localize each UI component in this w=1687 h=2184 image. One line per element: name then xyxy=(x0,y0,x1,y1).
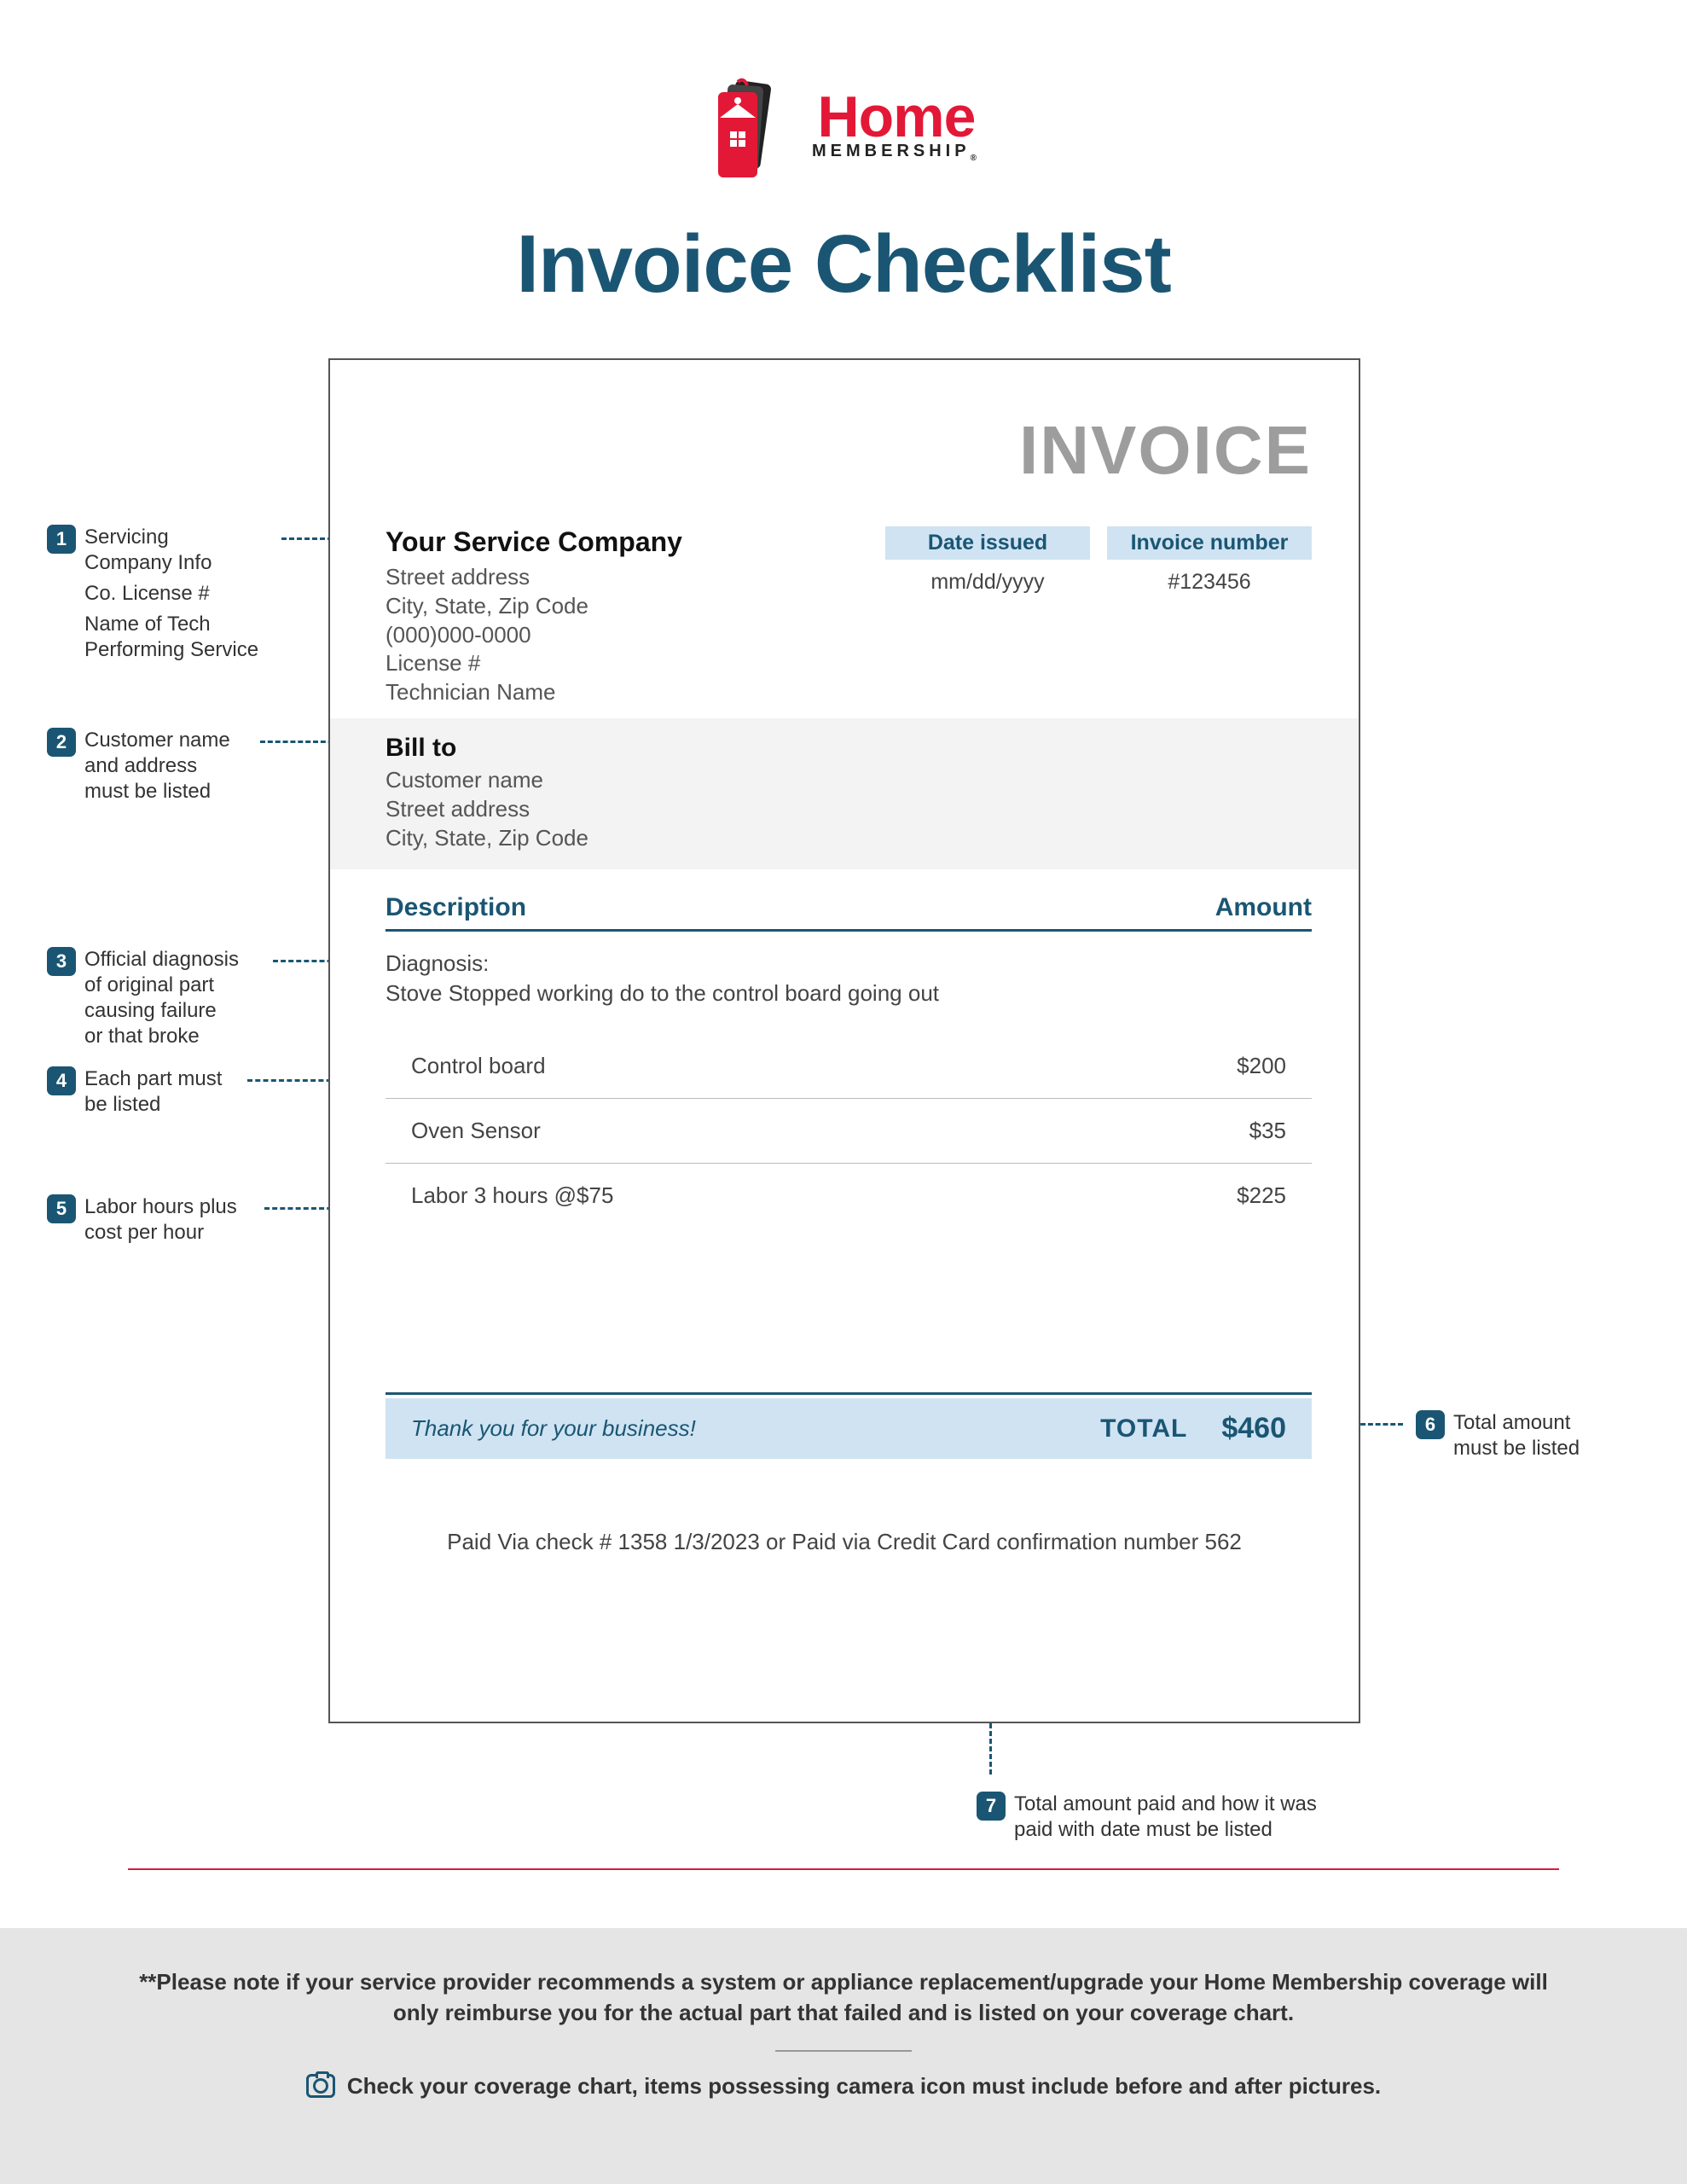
camera-icon xyxy=(306,2074,335,2098)
line-item: Oven Sensor $35 xyxy=(386,1099,1312,1164)
bill-to-heading: Bill to xyxy=(386,734,1303,763)
footer-note-replacement: **Please note if your service provider r… xyxy=(0,1928,1687,2029)
badge-7: 7 xyxy=(977,1792,1006,1821)
thank-you-message: Thank you for your business! xyxy=(411,1415,1100,1442)
li-amt: $200 xyxy=(1237,1053,1286,1079)
diagnosis-label: Diagnosis: xyxy=(386,949,1312,979)
badge-2: 2 xyxy=(47,728,76,757)
payment-note: Paid Via check # 1358 1/3/2023 or Paid v… xyxy=(330,1529,1359,1555)
logo-text-membership: MEMBERSHIP® xyxy=(812,142,981,163)
line-item: Labor 3 hours @$75 $225 xyxy=(386,1164,1312,1228)
li-amt: $35 xyxy=(1249,1118,1286,1144)
total-label: TOTAL xyxy=(1100,1414,1187,1443)
invoice-header-fields: Date issued mm/dd/yyyy Invoice number #1… xyxy=(885,526,1312,595)
badge-5: 5 xyxy=(47,1194,76,1223)
svc-license: License # xyxy=(386,649,682,678)
annotation-7: 7 Total amount paid and how it was paid … xyxy=(977,1792,1317,1843)
logo-block: Home MEMBERSHIP® xyxy=(0,0,1687,183)
line-items: Control board $200 Oven Sensor $35 Labor… xyxy=(386,1034,1312,1228)
badge-4: 4 xyxy=(47,1066,76,1095)
annotation-1: 1 Servicing Company Info Co. License # N… xyxy=(47,525,258,663)
total-bar: Thank you for your business! TOTAL $460 xyxy=(386,1392,1312,1459)
annotation-5: 5 Labor hours plus cost per hour xyxy=(47,1194,237,1246)
li-desc: Labor 3 hours @$75 xyxy=(411,1182,613,1209)
badge-6: 6 xyxy=(1416,1410,1445,1439)
svc-tech: Technician Name xyxy=(386,678,682,707)
invoice-number-value: #123456 xyxy=(1107,560,1312,595)
page-title: Invoice Checklist xyxy=(0,218,1687,311)
li-desc: Control board xyxy=(411,1053,546,1079)
home-membership-logo-icon xyxy=(706,77,800,179)
line-item: Control board $200 xyxy=(386,1034,1312,1099)
annotation-3: 3 Official diagnosis of original part ca… xyxy=(47,947,239,1049)
bill-to-city: City, State, Zip Code xyxy=(386,824,1303,853)
svc-city: City, State, Zip Code xyxy=(386,592,682,621)
col-description: Description xyxy=(386,893,526,922)
svc-street: Street address xyxy=(386,563,682,592)
invoice-heading: INVOICE xyxy=(1019,411,1312,490)
service-company-name: Your Service Company xyxy=(386,526,682,558)
annotation-4: 4 Each part must be listed xyxy=(47,1066,222,1118)
li-desc: Oven Sensor xyxy=(411,1118,541,1144)
footer-note-camera: Check your coverage chart, items possess… xyxy=(306,2073,1381,2100)
badge-3: 3 xyxy=(47,947,76,976)
bill-to-name: Customer name xyxy=(386,766,1303,795)
logo-text-home: Home xyxy=(812,93,981,142)
li-amt: $225 xyxy=(1237,1182,1286,1209)
diagnosis-text: Stove Stopped working do to the control … xyxy=(386,979,1312,1008)
date-issued-label: Date issued xyxy=(885,526,1090,560)
date-issued-value: mm/dd/yyyy xyxy=(885,560,1090,595)
col-amount: Amount xyxy=(1215,893,1312,922)
diagnosis-block: Diagnosis: Stove Stopped working do to t… xyxy=(386,949,1312,1008)
total-amount: $460 xyxy=(1221,1412,1286,1445)
column-headers: Description Amount xyxy=(386,893,1312,932)
annotation-6: 6 Total amount must be listed xyxy=(1416,1410,1580,1461)
footer-divider xyxy=(775,2050,912,2052)
annotation-2: 2 Customer name and address must be list… xyxy=(47,728,230,804)
svc-phone: (000)000-0000 xyxy=(386,621,682,650)
bill-to-street: Street address xyxy=(386,795,1303,824)
footer: **Please note if your service provider r… xyxy=(0,1928,1687,2184)
invoice-number-label: Invoice number xyxy=(1107,526,1312,560)
divider-line xyxy=(128,1868,1559,1870)
badge-1: 1 xyxy=(47,525,76,554)
service-company-block: Your Service Company Street address City… xyxy=(386,526,682,707)
invoice-sample-frame: INVOICE Your Service Company Street addr… xyxy=(328,358,1360,1723)
bill-to-block: Bill to Customer name Street address Cit… xyxy=(330,718,1359,869)
